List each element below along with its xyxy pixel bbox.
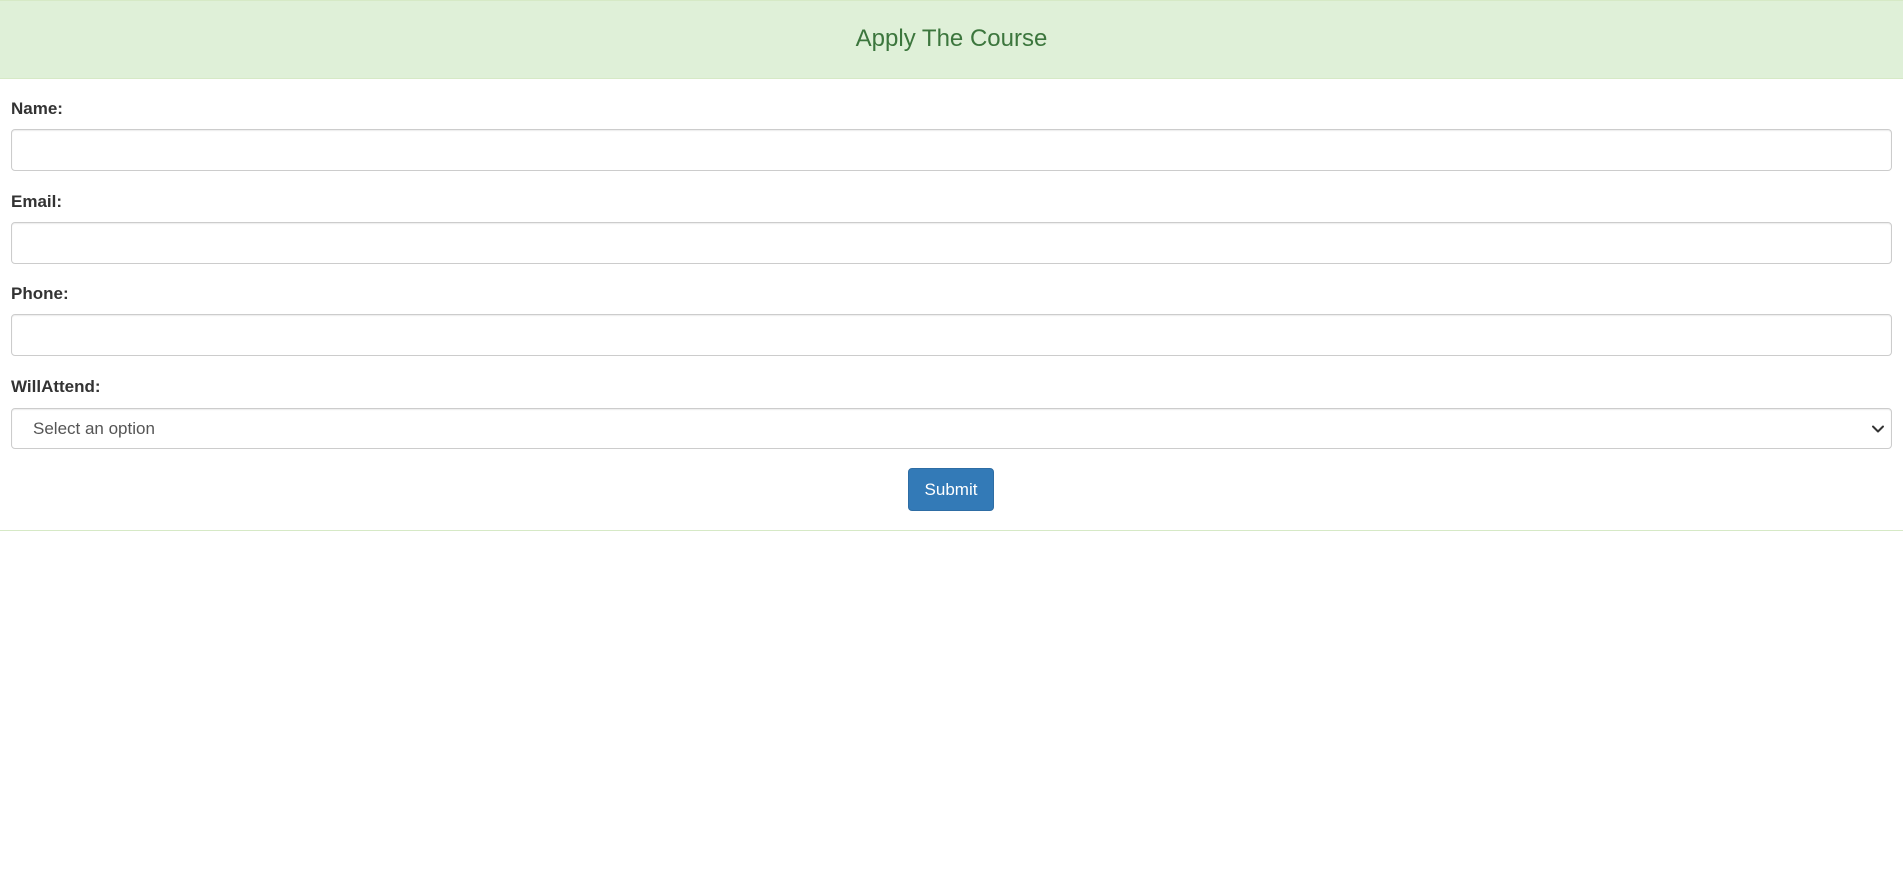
chevron-down-icon <box>1872 425 1884 433</box>
willattend-selected-value: Select an option <box>33 419 155 438</box>
willattend-label: WillAttend: <box>11 377 101 396</box>
phone-label: Phone: <box>11 284 69 303</box>
email-input[interactable] <box>11 222 1892 264</box>
application-panel: Apply The Course Name: Email: Phone: Wil… <box>0 0 1903 531</box>
email-label: Email: <box>11 192 63 211</box>
page-title: Apply The Course <box>855 24 1048 52</box>
phone-input[interactable] <box>11 314 1892 356</box>
willattend-select[interactable]: Select an option <box>11 408 1892 449</box>
panel-heading: Apply The Course <box>0 0 1903 79</box>
submit-button[interactable]: Submit <box>908 468 994 511</box>
name-input[interactable] <box>11 129 1892 171</box>
name-label: Name: <box>11 99 63 118</box>
